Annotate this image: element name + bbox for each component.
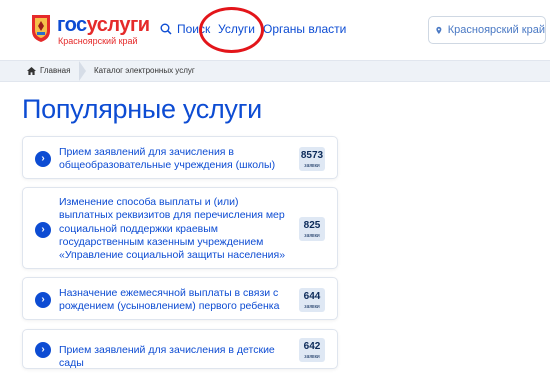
request-count-badge: 825 заявки — [299, 217, 325, 241]
annotation-circle — [199, 7, 264, 53]
service-label: Назначение ежемесячной выплаты в связи с… — [59, 287, 280, 313]
search-icon — [160, 23, 172, 35]
chevron-right-icon: › — [35, 222, 51, 238]
nav-government[interactable]: Органы власти — [263, 22, 346, 36]
request-count: 8573 — [300, 150, 324, 161]
location-selector[interactable]: Красноярский край — [428, 16, 546, 44]
chevron-right-icon: › — [35, 342, 51, 358]
request-count: 644 — [303, 291, 321, 302]
crest-icon — [32, 15, 50, 42]
breadcrumb: Главная Каталог электронных услуг — [0, 60, 550, 82]
chevron-right-icon: › — [35, 151, 51, 167]
service-card[interactable]: › Назначение ежемесячной выплаты в связи… — [22, 277, 338, 320]
request-count-unit: заявки — [304, 233, 320, 239]
request-count-unit: заявки — [304, 304, 320, 310]
home-icon — [27, 66, 36, 75]
service-card[interactable]: › Прием заявлений для зачисления в общео… — [22, 136, 338, 179]
request-count-badge: 8573 заявки — [299, 147, 325, 171]
location-pin-icon — [436, 26, 442, 34]
brand-part-gos: гос — [57, 14, 87, 36]
request-count-unit: заявки — [304, 163, 320, 169]
service-label: Изменение способа выплаты и (или) выплат… — [59, 196, 286, 262]
service-label: Прием заявлений для зачисления в общеобр… — [59, 146, 276, 172]
request-count-unit: заявки — [304, 354, 320, 360]
location-label: Красноярский край — [447, 24, 545, 36]
chevron-right-icon: › — [35, 292, 51, 308]
breadcrumb-separator — [79, 61, 86, 81]
site-header: госуслуги Красноярский край Поиск Услуги… — [0, 0, 550, 60]
breadcrumb-home[interactable]: Главная — [27, 66, 70, 75]
service-card[interactable]: › Изменение способа выплаты и (или) выпл… — [22, 187, 338, 269]
brand-part-uslugi: услуги — [86, 14, 150, 36]
request-count-badge: 642 заявки — [299, 338, 325, 362]
request-count: 642 — [303, 341, 321, 352]
request-count-badge: 644 заявки — [299, 288, 325, 312]
service-label: Прием заявлений для зачисления в детские… — [59, 344, 275, 370]
breadcrumb-current: Каталог электронных услуг — [94, 66, 195, 75]
brand-name: госуслуги — [57, 14, 150, 37]
page-title: Популярные услуги — [22, 94, 262, 124]
request-count: 825 — [303, 220, 321, 231]
gosuslugi-logo[interactable]: госуслуги Красноярский край — [30, 13, 150, 49]
breadcrumb-home-label: Главная — [40, 66, 71, 75]
brand-region: Красноярский край — [58, 36, 138, 46]
service-card[interactable]: › Прием заявлений для зачисления в детск… — [22, 329, 338, 369]
